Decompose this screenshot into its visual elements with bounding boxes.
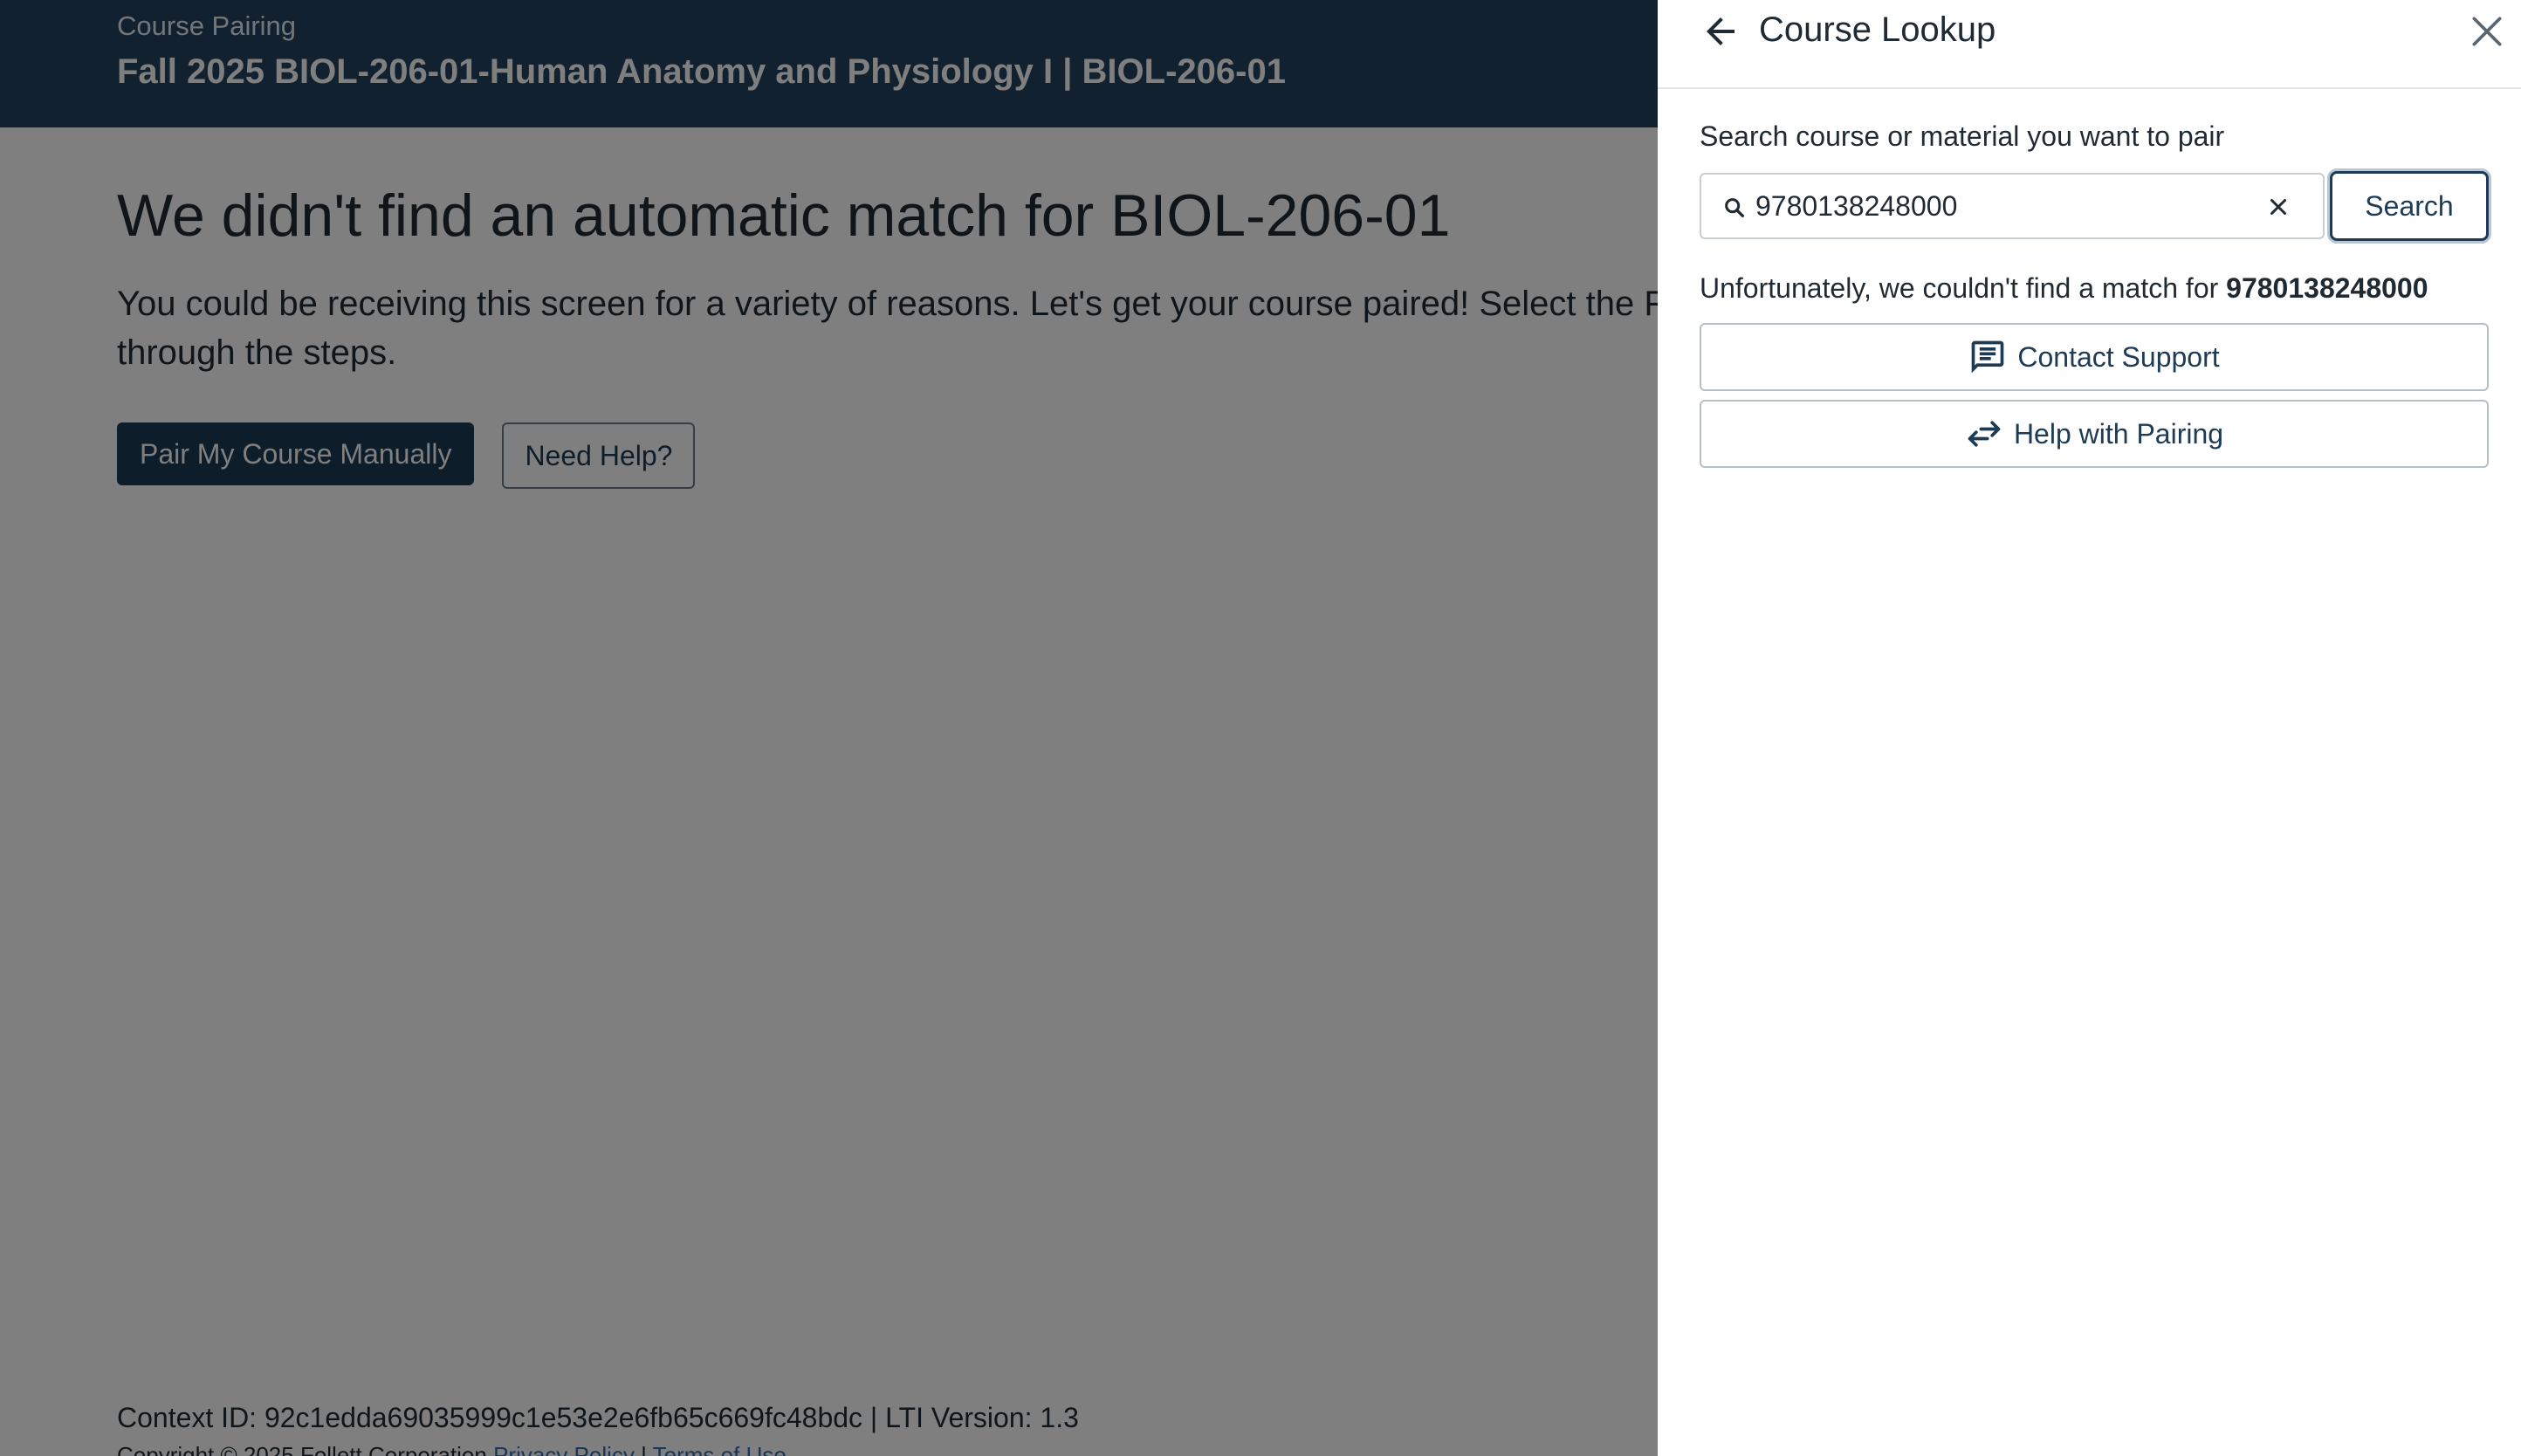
swap-arrows-icon (1968, 421, 2001, 447)
contact-support-button[interactable]: Contact Support (1700, 323, 2489, 391)
search-label: Search course or material you want to pa… (1700, 120, 2225, 152)
chat-message-icon (1972, 340, 2004, 374)
no-match-message: Unfortunately, we couldn't find a match … (1700, 272, 2428, 305)
back-button[interactable] (1700, 10, 1741, 52)
app-root: Course Pairing Fall 2025 BIOL-206-01-Hum… (0, 0, 2521, 1456)
course-lookup-panel: Course Lookup Search course or material … (1658, 0, 2521, 1456)
contact-support-label: Contact Support (2017, 340, 2220, 373)
help-with-pairing-button[interactable]: Help with Pairing (1700, 400, 2489, 468)
help-with-pairing-label: Help with Pairing (2013, 417, 2224, 450)
no-match-text: Unfortunately, we couldn't find a match … (1700, 272, 2219, 304)
search-icon (1725, 198, 1744, 217)
no-match-query: 9780138248000 (2226, 272, 2428, 304)
panel-header: Course Lookup (1658, 0, 2521, 89)
clear-icon[interactable] (2265, 194, 2291, 220)
panel-title: Course Lookup (1759, 10, 1996, 49)
search-button[interactable]: Search (2330, 171, 2489, 241)
close-icon (2472, 17, 2502, 46)
search-box (1700, 173, 2325, 239)
arrow-left-icon (1707, 17, 1734, 45)
close-button[interactable] (2468, 12, 2506, 51)
search-input[interactable] (1755, 183, 2244, 229)
